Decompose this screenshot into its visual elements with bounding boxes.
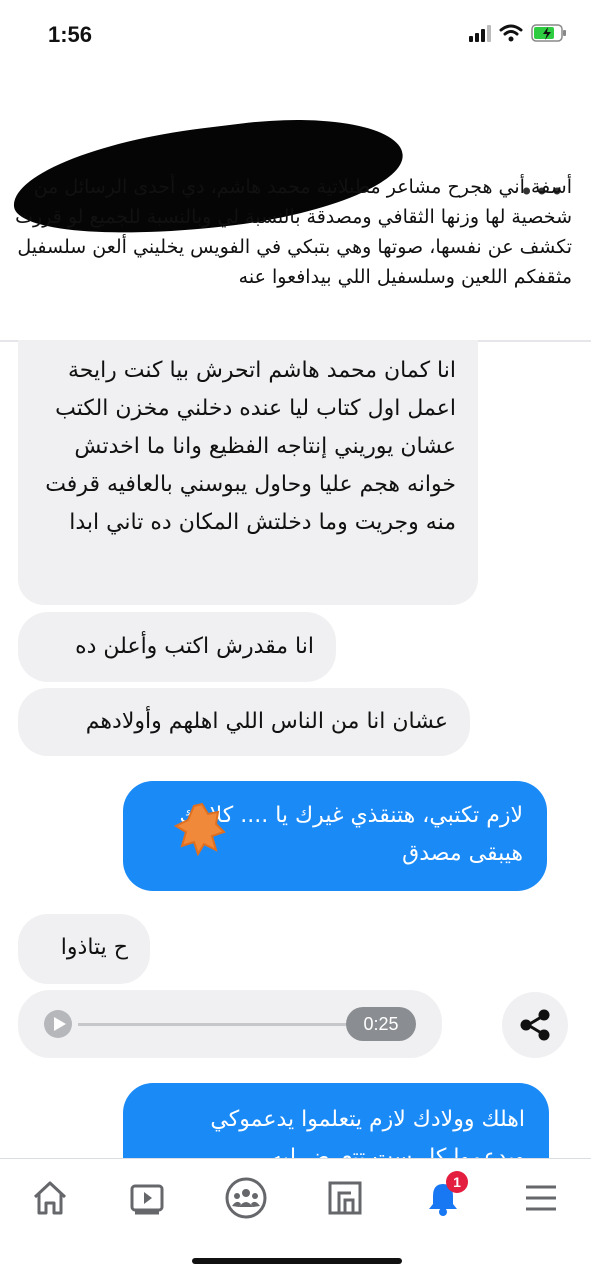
message-bubble-incoming: ح يتاذوا [18, 914, 150, 984]
marketplace-icon [328, 1181, 362, 1215]
home-icon [33, 1181, 67, 1215]
sticker-scribble [173, 802, 226, 856]
message-bubble-incoming: عشان انا من الناس اللي اهلهم وأولادهم [18, 688, 470, 756]
nav-marketplace[interactable] [320, 1173, 370, 1223]
nav-home[interactable] [25, 1173, 75, 1223]
status-bar: 1:56 [0, 0, 591, 70]
watch-icon [130, 1184, 164, 1215]
post-header: ••• [0, 70, 591, 252]
status-icons [469, 24, 567, 42]
nav-watch[interactable] [122, 1173, 172, 1223]
audio-progress-track[interactable] [78, 1023, 368, 1026]
play-icon[interactable] [44, 1010, 72, 1038]
nav-groups[interactable] [221, 1173, 271, 1223]
message-bubble-incoming: انا مقدرش اكتب وأعلن ده [18, 612, 336, 682]
nav-menu[interactable] [516, 1173, 566, 1223]
cellular-signal-icon [469, 24, 491, 42]
groups-icon [225, 1177, 267, 1219]
notification-badge: 1 [446, 1171, 468, 1193]
wifi-icon [499, 24, 523, 42]
menu-icon [526, 1185, 556, 1211]
battery-charging-icon [531, 24, 566, 42]
home-indicator[interactable] [192, 1258, 402, 1264]
share-button[interactable] [502, 992, 568, 1058]
voice-duration: 0:25 [346, 1007, 416, 1041]
voice-message[interactable]: 0:25 [18, 990, 442, 1058]
share-icon [520, 1009, 550, 1041]
message-bubble-incoming: انا كمان محمد هاشم اتحرش بيا كنت رايحة ا… [18, 340, 478, 605]
post-text: أسفة أني هجرح مشاعر مطبلاتية محمد هاشم، … [15, 176, 572, 288]
nav-notifications[interactable]: 1 [418, 1171, 468, 1223]
status-time: 1:56 [48, 22, 93, 47]
